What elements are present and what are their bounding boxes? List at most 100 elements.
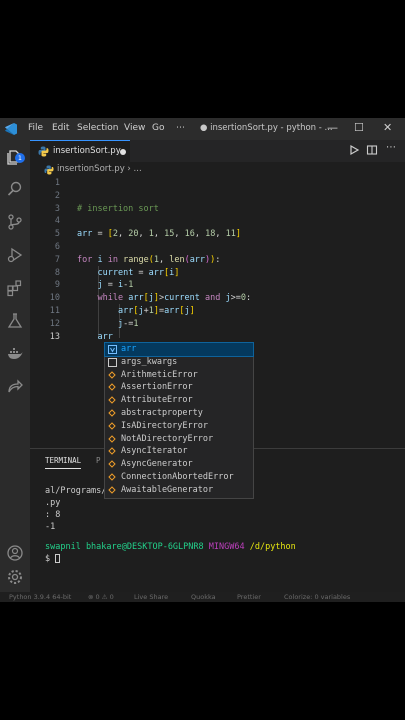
vscode-logo-icon — [5, 123, 17, 135]
class-icon — [108, 460, 116, 468]
suggestion-item[interactable]: AsyncIterator — [105, 445, 253, 458]
tab-problems[interactable]: P — [96, 456, 101, 465]
terminal-output-line: al/Programs/ — [45, 486, 107, 496]
python-interpreter[interactable]: Python 3.9.4 64-bit — [9, 593, 71, 601]
class-icon — [108, 447, 116, 456]
unsaved-dot-icon[interactable] — [120, 149, 126, 155]
menu-view[interactable]: View — [124, 123, 145, 133]
colorize-status[interactable]: Colorize: 0 variables — [284, 593, 350, 601]
line-number: 9 — [54, 280, 60, 291]
menu-file[interactable]: File — [28, 123, 43, 133]
maximize-button[interactable]: ☐ — [354, 121, 364, 134]
editor-tab-bar: insertionSort.py ⋯ — [30, 140, 405, 162]
prompt-user: swapnil bhakare@DESKTOP-6GLPNR8 — [45, 542, 204, 552]
close-window-button[interactable]: ✕ — [383, 121, 392, 134]
autocomplete-suggestions: arr args_kwargs ArithmeticError Assertio… — [104, 342, 254, 499]
source-control-icon[interactable] — [6, 213, 24, 231]
minimize-button[interactable]: — — [327, 121, 338, 134]
suggestion-item[interactable]: IsADirectoryError — [105, 420, 253, 433]
code-line-12: 12 j-=1 — [30, 319, 405, 331]
code-line-8: 8 current = arr[i] — [30, 268, 405, 280]
terminal-output-line: .py — [45, 498, 61, 508]
suggestion-item[interactable]: ArithmeticError — [105, 369, 253, 382]
terminal-input-line[interactable]: $ — [45, 554, 61, 564]
class-icon — [108, 422, 116, 430]
class-icon — [108, 383, 116, 392]
split-editor-icon[interactable] — [366, 144, 378, 156]
line-number: 8 — [54, 267, 60, 278]
suggestion-item[interactable]: arr — [104, 342, 254, 357]
code-line-5: 5 arr = [2, 20, 1, 15, 16, 18, 11] — [30, 229, 405, 241]
code-line-9: 9 j = i-1 — [30, 280, 405, 292]
line-number: 4 — [54, 216, 60, 227]
menu-edit[interactable]: Edit — [52, 123, 69, 133]
arr-value: 18 — [205, 229, 216, 240]
prompt-shell: MINGW64 — [208, 542, 245, 552]
live-share-icon[interactable] — [6, 378, 24, 396]
tab-terminal[interactable]: TERMINAL — [45, 456, 82, 469]
run-python-file-icon[interactable] — [348, 144, 360, 156]
class-icon — [108, 473, 116, 481]
class-icon — [108, 396, 116, 404]
python-file-icon — [38, 146, 49, 157]
class-icon — [108, 370, 116, 379]
line-number: 11 — [49, 306, 60, 316]
text-icon — [108, 357, 117, 367]
prettier-status[interactable]: Prettier — [237, 593, 261, 601]
activity-bar: 1 — [0, 140, 30, 592]
account-icon[interactable] — [6, 544, 24, 562]
problems-count[interactable]: ⊗ 0 ⚠ 0 — [88, 593, 114, 601]
variable-icon — [108, 345, 117, 354]
terminal-output-line: -1 — [45, 522, 56, 532]
tab-label: insertionSort.py — [53, 146, 121, 156]
run-debug-icon[interactable] — [6, 246, 24, 264]
menu-more[interactable]: ⋯ — [176, 123, 185, 133]
docker-icon[interactable] — [6, 345, 24, 363]
menu-go[interactable]: Go — [152, 123, 164, 133]
suggestion-item[interactable]: AsyncGenerator — [105, 458, 253, 471]
quokka-status[interactable]: Quokka — [191, 593, 216, 601]
line-number: 1 — [54, 178, 60, 188]
code-line-7: 7 for i in range(1, len(arr)): — [30, 255, 405, 267]
settings-gear-icon[interactable] — [6, 568, 24, 586]
explorer-badge: 1 — [15, 153, 25, 163]
status-bar: Python 3.9.4 64-bit ⊗ 0 ⚠ 0 Live Share Q… — [0, 592, 405, 602]
line-number: 6 — [54, 242, 60, 252]
suggestion-item[interactable]: args_kwargs — [105, 356, 253, 369]
class-icon — [108, 409, 116, 417]
extensions-icon[interactable] — [6, 279, 24, 297]
line-number: 13 — [49, 331, 60, 342]
line-number: 3 — [54, 203, 60, 214]
line-number: 5 — [54, 229, 60, 240]
breadcrumb: insertionSort.py › ... — [30, 162, 405, 178]
title-bar: File Edit Selection View Go ⋯ ● insertio… — [0, 118, 405, 140]
suggestion-item[interactable]: AwaitableGenerator — [105, 484, 253, 497]
arr-value: 16 — [184, 229, 195, 240]
live-share-status[interactable]: Live Share — [134, 593, 168, 601]
arr-value: 2 — [112, 229, 118, 240]
tab-insertion-sort[interactable]: insertionSort.py — [30, 140, 130, 162]
arr-value: 20 — [128, 229, 139, 240]
terminal-output-line: : 8 — [45, 510, 61, 520]
suggestion-item[interactable]: NotADirectoryError — [105, 433, 253, 446]
line-number: 10 — [49, 293, 60, 304]
testing-flask-icon[interactable] — [6, 312, 24, 330]
more-actions-button[interactable]: ⋯ — [386, 142, 398, 154]
search-icon[interactable] — [6, 180, 24, 198]
code-line-11: 11 arr[j+1]=arr[j] — [30, 306, 405, 318]
arr-value: 11 — [225, 229, 236, 240]
arr-value: 1 — [148, 229, 154, 240]
breadcrumb-file[interactable]: insertionSort.py › ... — [57, 164, 142, 174]
suggestion-item[interactable]: AttributeError — [105, 394, 253, 407]
code-comment: # insertion sort — [77, 203, 159, 214]
arr-value: 15 — [164, 229, 175, 240]
suggestion-item[interactable]: AssertionError — [105, 381, 253, 394]
menu-selection[interactable]: Selection — [77, 123, 118, 133]
suggestion-item[interactable]: ConnectionAbortedError — [105, 471, 253, 484]
suggestion-item[interactable]: abstractproperty — [105, 407, 253, 420]
terminal-prompt: swapnil bhakare@DESKTOP-6GLPNR8 MINGW64 … — [45, 542, 296, 552]
vscode-window: File Edit Selection View Go ⋯ ● insertio… — [0, 118, 405, 602]
class-icon — [108, 486, 116, 494]
line-number: 7 — [54, 254, 60, 265]
class-icon — [108, 434, 116, 443]
